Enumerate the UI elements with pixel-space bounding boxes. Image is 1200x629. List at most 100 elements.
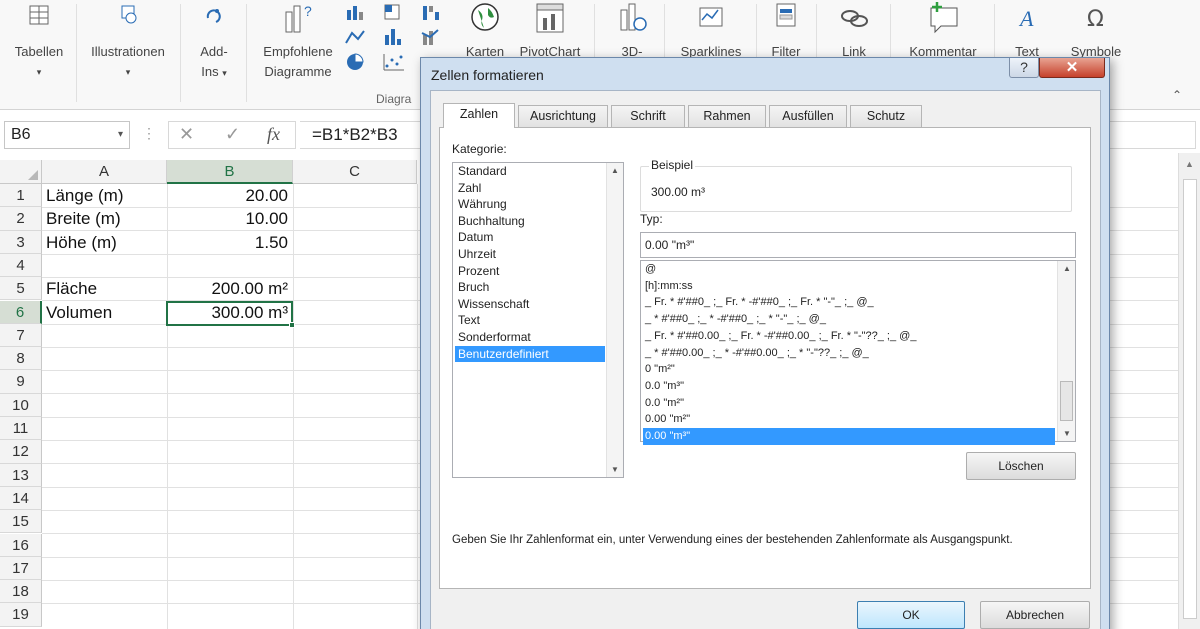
scroll-down-icon[interactable]: ▼ xyxy=(611,465,619,474)
pivotchart-button[interactable]: PivotChart xyxy=(514,0,586,62)
row-header-7[interactable]: 7 xyxy=(0,323,42,348)
list-item[interactable]: 0.0 "m³" xyxy=(643,378,1055,395)
row-header-10[interactable]: 10 xyxy=(0,393,42,417)
row-header-18[interactable]: 18 xyxy=(0,580,42,604)
help-button[interactable]: ? xyxy=(1009,58,1039,78)
format-scrollbar[interactable]: ▲ ▼ xyxy=(1057,261,1075,441)
list-item[interactable]: Sonderformat xyxy=(455,329,605,346)
tab-zahlen[interactable]: Zahlen xyxy=(443,103,515,128)
scroll-up-icon[interactable]: ▲ xyxy=(611,166,619,175)
cell-a5[interactable]: Fläche xyxy=(46,277,97,300)
row-header-9[interactable]: 9 xyxy=(0,370,42,394)
abbrechen-button[interactable]: Abbrechen xyxy=(980,601,1090,629)
vertical-scrollbar[interactable]: ▲ xyxy=(1178,153,1200,629)
list-item-selected[interactable]: 0.00 "m³" xyxy=(643,428,1055,445)
row-header-2[interactable]: 2 xyxy=(0,207,42,231)
list-item[interactable]: 0.0 "m²" xyxy=(643,395,1055,412)
waterfall-chart-icon[interactable] xyxy=(420,2,444,22)
cell-b3[interactable]: 1.50 xyxy=(168,231,288,254)
row-header-11[interactable]: 11 xyxy=(0,417,42,441)
combo-chart-icon[interactable] xyxy=(420,27,444,47)
sparklines-button[interactable]: Sparklines xyxy=(670,0,752,62)
symbole-button[interactable]: Ω Symbole xyxy=(1062,0,1130,62)
line-chart-icon[interactable] xyxy=(344,27,368,47)
ok-button[interactable]: OK xyxy=(857,601,965,629)
add-ins-button[interactable]: Add- Ins ▾ xyxy=(188,0,240,83)
row-header-19[interactable]: 19 xyxy=(0,603,42,627)
list-item[interactable]: _ Fr. * #'##0.00_ ;_ Fr. * -#'##0.00_ ;_… xyxy=(643,328,1055,345)
category-list[interactable]: Standard Zahl Währung Buchhaltung Datum … xyxy=(452,162,624,478)
cell-a6[interactable]: Volumen xyxy=(46,301,112,324)
illustrationen-button[interactable]: Illustrationen ▾ xyxy=(82,0,174,82)
list-item[interactable]: Bruch xyxy=(455,279,605,296)
cell-a1[interactable]: Länge (m) xyxy=(46,184,123,207)
karten-button[interactable]: Karten xyxy=(458,0,512,62)
row-header-12[interactable]: 12 xyxy=(0,440,42,464)
scroll-down-icon[interactable]: ▼ xyxy=(1063,429,1071,438)
name-box[interactable]: B6 ▾ xyxy=(4,121,130,149)
list-item[interactable]: _ Fr. * #'##0_ ;_ Fr. * -#'##0_ ;_ Fr. *… xyxy=(643,294,1055,311)
row-header-13[interactable]: 13 xyxy=(0,463,42,487)
list-item[interactable]: _ * #'##0_ ;_ * -#'##0_ ;_ * "-"_ ;_ @_ xyxy=(643,311,1055,328)
cell-a3[interactable]: Höhe (m) xyxy=(46,231,117,254)
cell-b2[interactable]: 10.00 xyxy=(168,207,288,230)
close-button[interactable]: ✕ xyxy=(1039,58,1105,78)
list-item[interactable]: Text xyxy=(455,312,605,329)
row-header-14[interactable]: 14 xyxy=(0,486,42,511)
list-item[interactable]: Wissenschaft xyxy=(455,296,605,313)
scroll-thumb[interactable] xyxy=(1060,381,1073,421)
list-item[interactable]: [h]:mm:ss xyxy=(643,278,1055,295)
list-item[interactable]: 0.00 "m²" xyxy=(643,411,1055,428)
select-all-button[interactable] xyxy=(0,160,42,184)
row-header-6[interactable]: 6 xyxy=(0,300,42,324)
loeschen-button[interactable]: Löschen xyxy=(966,452,1076,480)
list-item[interactable]: 0 "m²" xyxy=(643,361,1055,378)
scatter-chart-icon[interactable] xyxy=(382,52,406,72)
empfohlene-diagramme-button[interactable]: ? Empfohlene Diagramme xyxy=(254,0,342,82)
column-header-b[interactable]: B xyxy=(167,160,293,184)
row-header-1[interactable]: 1 xyxy=(0,184,42,208)
tab-ausrichtung[interactable]: Ausrichtung xyxy=(518,105,608,127)
row-header-15[interactable]: 15 xyxy=(0,510,42,534)
list-item[interactable]: Prozent xyxy=(455,263,605,280)
cell-b5[interactable]: 200.00 m² xyxy=(168,277,288,300)
list-item[interactable]: Datum xyxy=(455,229,605,246)
tab-schutz[interactable]: Schutz xyxy=(850,105,922,127)
list-item[interactable]: Buchhaltung xyxy=(455,213,605,230)
list-item-selected[interactable]: Benutzerdefiniert xyxy=(455,345,605,363)
row-header-5[interactable]: 5 xyxy=(0,277,42,301)
tab-ausfuellen[interactable]: Ausfüllen xyxy=(769,105,847,127)
list-item[interactable]: @ xyxy=(643,261,1055,278)
category-scrollbar[interactable]: ▲ ▼ xyxy=(606,163,623,477)
cancel-icon[interactable]: ✕ xyxy=(179,124,194,145)
enter-icon[interactable]: ✓ xyxy=(225,124,240,145)
link-button[interactable]: Link xyxy=(826,0,882,62)
cell-b1[interactable]: 20.00 xyxy=(168,184,288,207)
kommentar-button[interactable]: Kommentar xyxy=(898,0,988,62)
row-header-8[interactable]: 8 xyxy=(0,347,42,371)
scroll-up-icon[interactable]: ▲ xyxy=(1185,159,1194,169)
3d-maps-button[interactable]: 3D- xyxy=(604,0,660,62)
list-item[interactable]: Währung xyxy=(455,196,605,213)
fill-handle[interactable] xyxy=(289,322,295,328)
filter-button[interactable]: Filter xyxy=(762,0,810,62)
column-header-c[interactable]: C xyxy=(293,160,417,184)
tab-schrift[interactable]: Schrift xyxy=(611,105,685,127)
insert-function-icon[interactable]: fx xyxy=(267,124,280,145)
text-button[interactable]: A Text xyxy=(1004,0,1050,62)
row-header-16[interactable]: 16 xyxy=(0,533,42,557)
column-chart-icon[interactable] xyxy=(344,2,368,22)
list-item[interactable]: Zahl xyxy=(455,180,605,197)
chevron-down-icon[interactable]: ▾ xyxy=(118,122,123,148)
scroll-thumb[interactable] xyxy=(1183,179,1197,619)
pie-chart-icon[interactable] xyxy=(344,52,368,72)
scroll-up-icon[interactable]: ▲ xyxy=(1063,264,1071,273)
tabellen-button[interactable]: Tabellen ▾ xyxy=(6,0,72,82)
hierarchy-chart-icon[interactable] xyxy=(382,2,406,22)
list-item[interactable]: Uhrzeit xyxy=(455,246,605,263)
column-header-a[interactable]: A xyxy=(42,160,167,184)
statistic-chart-icon[interactable] xyxy=(382,27,406,47)
cell-a2[interactable]: Breite (m) xyxy=(46,207,121,230)
list-item[interactable]: _ * #'##0.00_ ;_ * -#'##0.00_ ;_ * "-"??… xyxy=(643,345,1055,362)
row-header-4[interactable]: 4 xyxy=(0,253,42,278)
